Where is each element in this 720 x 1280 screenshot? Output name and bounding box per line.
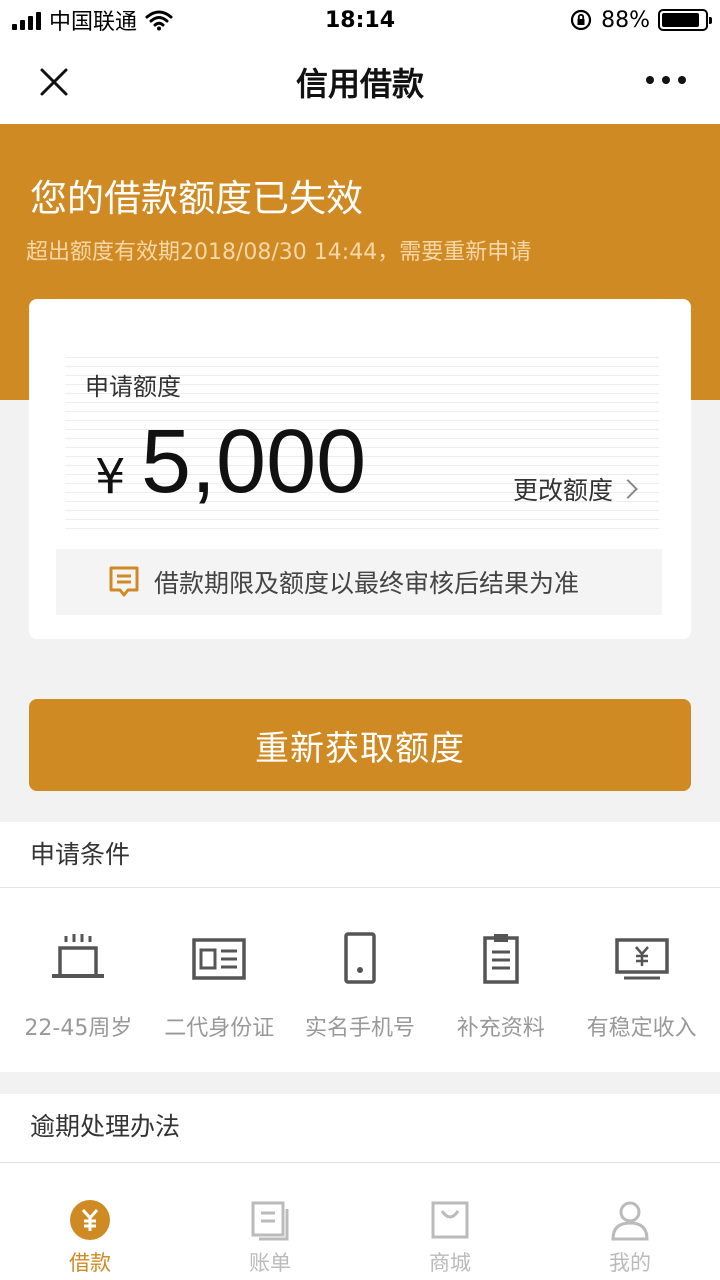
cake-icon [52, 934, 105, 978]
condition-label: 22-45周岁 [24, 1016, 133, 1041]
condition-item: 实名手机号 [290, 932, 431, 1042]
overdue-section[interactable]: 逾期处理办法 [0, 1094, 720, 1162]
condition-item: 22-45周岁 [8, 932, 149, 1042]
overdue-title: 逾期处理办法 [30, 1112, 181, 1141]
rotation-lock-icon [570, 9, 592, 31]
id-card-icon [192, 938, 246, 980]
battery-percent: 88% [601, 7, 650, 33]
condition-item: 二代身份证 [149, 932, 290, 1042]
apply-quota-label: 申请额度 [85, 373, 181, 401]
tab-label: 我的 [609, 1251, 651, 1275]
status-bar: 中国联通 18:14 88% [0, 0, 720, 40]
notice-bar: 借款期限及额度以最终审核后结果为准 [56, 549, 662, 615]
tab-label: 商城 [429, 1251, 471, 1275]
quota-amount: 5,000 [141, 412, 367, 512]
more-icon[interactable] [646, 76, 686, 84]
condition-item: 补充资料 [430, 932, 571, 1042]
condition-label: 实名手机号 [304, 1016, 415, 1041]
conditions-list: 22-45周岁 二代身份证 实名手机号 补充资料 有稳定收入 [0, 888, 720, 1042]
tab-bill[interactable]: 账单 [180, 1163, 360, 1280]
hero-title: 您的借款额度已失效 [30, 177, 363, 220]
tab-label: 借款 [69, 1251, 111, 1275]
condition-label: 二代身份证 [164, 1016, 275, 1041]
loan-icon [70, 1200, 110, 1240]
conditions-title: 申请条件 [0, 822, 720, 888]
tab-shop[interactable]: 商城 [360, 1163, 540, 1280]
hero-subtitle: 超出额度有效期2018/08/30 14:44，需要重新申请 [26, 240, 532, 265]
close-icon[interactable] [34, 62, 74, 102]
change-quota-link[interactable]: 更改额度 [512, 471, 638, 507]
income-icon [614, 938, 669, 980]
condition-label: 有稳定收入 [586, 1016, 697, 1041]
page-title: 信用借款 [295, 65, 424, 103]
status-left: 中国联通 [12, 4, 272, 36]
status-right: 88% [448, 7, 712, 33]
quota-card: 申请额度 ¥ 5,000 更改额度 借款期限及额度以最终审核后结果为准 [29, 299, 691, 639]
condition-item: 有稳定收入 [571, 932, 712, 1042]
change-quota-label: 更改额度 [512, 476, 613, 505]
notice-text: 借款期限及额度以最终审核后结果为准 [154, 569, 580, 598]
profile-icon [611, 1201, 649, 1241]
wifi-icon [145, 10, 173, 31]
tab-profile[interactable]: 我的 [540, 1163, 720, 1280]
conditions-section: 申请条件 22-45周岁 二代身份证 实名手机号 补充资料 有稳定收入 [0, 822, 720, 1072]
message-icon [109, 566, 139, 597]
shop-icon [431, 1201, 469, 1239]
bill-icon [251, 1201, 289, 1241]
phone-icon [344, 932, 376, 984]
tab-loan[interactable]: 借款 [0, 1163, 180, 1280]
signal-icon [12, 10, 41, 30]
nav-bar: 信用借款 [0, 40, 720, 124]
tab-label: 账单 [249, 1251, 291, 1275]
chevron-right-icon [618, 479, 638, 499]
status-time: 18:14 [324, 7, 396, 33]
reacquire-quota-button[interactable]: 重新获取额度 [29, 699, 691, 791]
condition-label: 补充资料 [456, 1016, 545, 1041]
currency-symbol: ¥ [95, 449, 126, 505]
tab-bar: 借款 账单 商城 我的 [0, 1162, 720, 1280]
battery-icon [658, 9, 712, 31]
carrier-name: 中国联通 [49, 10, 138, 35]
clipboard-icon [483, 934, 519, 984]
